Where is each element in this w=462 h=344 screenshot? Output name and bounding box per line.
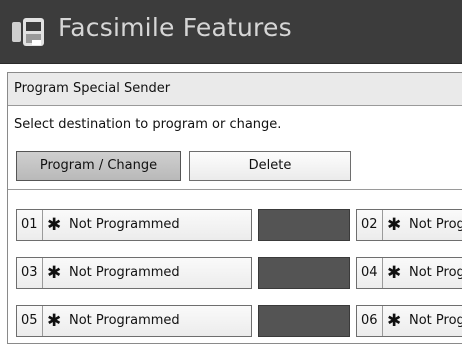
destination-entry-05[interactable]: 05 ✱ Not Programmed <box>16 305 252 337</box>
entry-number: 06 <box>361 306 383 336</box>
entry-label: Not Prog <box>409 265 462 280</box>
entry-number: 02 <box>361 210 383 240</box>
section-header: Program Special Sender <box>8 73 462 106</box>
destination-entry-04[interactable]: 04 ✱ Not Prog <box>356 257 462 289</box>
asterisk-icon: ✱ <box>47 311 62 331</box>
dark-key-02[interactable] <box>258 257 350 289</box>
program-change-button[interactable]: Program / Change <box>16 151 181 181</box>
destination-entry-02[interactable]: 02 ✱ Not Prog <box>356 209 462 241</box>
title-bar: Facsimile Features <box>0 0 462 64</box>
entry-label: Not Prog <box>409 313 462 328</box>
entry-label: Not Prog <box>409 217 462 232</box>
dark-key-03[interactable] <box>258 305 350 337</box>
entry-label: Not Programmed <box>69 313 180 328</box>
entry-number: 04 <box>361 258 383 288</box>
destination-entry-06[interactable]: 06 ✱ Not Prog <box>356 305 462 337</box>
delete-button[interactable]: Delete <box>189 151 351 181</box>
fax-machine-icon <box>12 18 44 46</box>
divider <box>8 189 462 190</box>
destination-entry-03[interactable]: 03 ✱ Not Programmed <box>16 257 252 289</box>
entry-number: 01 <box>21 210 43 240</box>
section-title: Program Special Sender <box>14 81 171 96</box>
asterisk-icon: ✱ <box>47 263 62 283</box>
dark-key-01[interactable] <box>258 209 350 241</box>
entry-label: Not Programmed <box>69 265 180 280</box>
entry-number: 03 <box>21 258 43 288</box>
asterisk-icon: ✱ <box>47 215 62 235</box>
asterisk-icon: ✱ <box>387 311 402 331</box>
main-panel: Program Special Sender Select destinatio… <box>7 72 462 344</box>
destination-entry-01[interactable]: 01 ✱ Not Programmed <box>16 209 252 241</box>
instruction-text: Select destination to program or change. <box>14 117 282 132</box>
page-title: Facsimile Features <box>58 13 292 42</box>
entry-label: Not Programmed <box>69 217 180 232</box>
asterisk-icon: ✱ <box>387 263 402 283</box>
asterisk-icon: ✱ <box>387 215 402 235</box>
entry-number: 05 <box>21 306 43 336</box>
